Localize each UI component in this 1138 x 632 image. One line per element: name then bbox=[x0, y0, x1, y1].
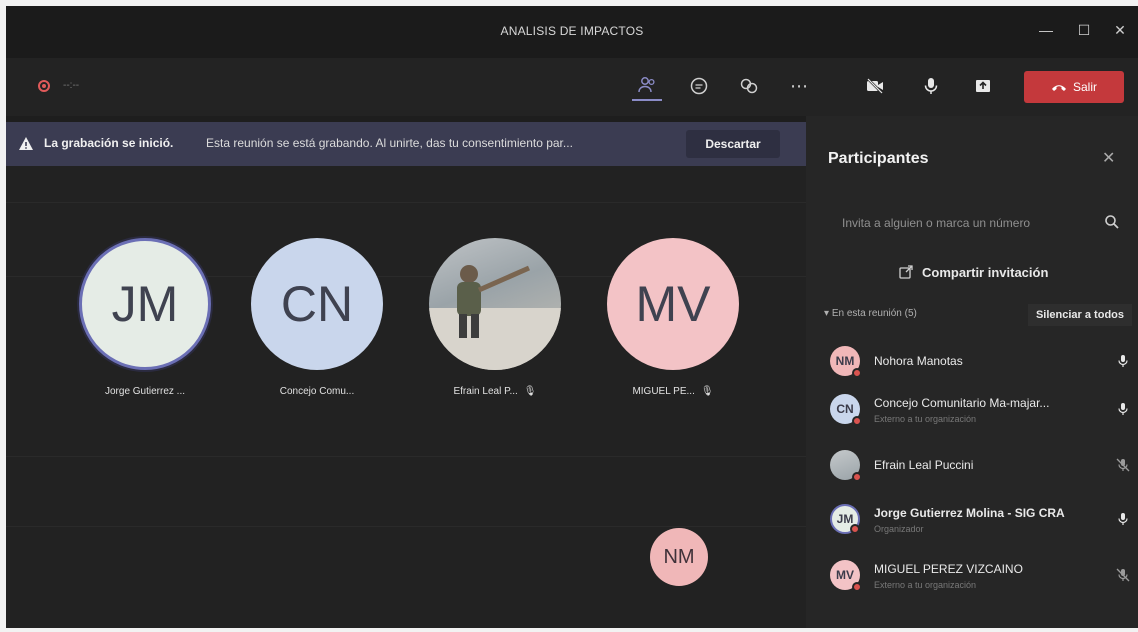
tile-name: MIGUEL PE... bbox=[632, 386, 695, 397]
section-count: En esta reunión (5) bbox=[831, 308, 917, 319]
search-icon[interactable] bbox=[1104, 214, 1120, 230]
avatar-initials: JM bbox=[111, 276, 179, 332]
participant-name: Efrain Leal Puccini bbox=[874, 458, 974, 472]
scanline bbox=[6, 202, 806, 203]
participant-name: MIGUEL PEREZ VIZCAINO bbox=[874, 562, 1023, 576]
more-options-icon[interactable]: ⋯ bbox=[784, 71, 814, 101]
reactions-icon[interactable] bbox=[734, 71, 764, 101]
photo-avatar bbox=[830, 450, 862, 482]
participant-row[interactable]: JM Jorge Gutierrez Molina - SIG CRA Orga… bbox=[830, 500, 1130, 542]
avatar: JM bbox=[830, 504, 860, 534]
participant-name: Jorge Gutierrez Molina - SIG CRA bbox=[874, 506, 1065, 520]
mic-muted-icon[interactable] bbox=[1116, 458, 1130, 472]
tile-name: Jorge Gutierrez ... bbox=[104, 386, 186, 397]
participant-row[interactable]: MV MIGUEL PEREZ VIZCAINO Externo a tu or… bbox=[830, 556, 1130, 598]
share-invite-label: Compartir invitación bbox=[922, 264, 1049, 280]
avatar: JM bbox=[79, 238, 211, 370]
avatar: MV bbox=[607, 238, 739, 370]
avatar-initials: MV bbox=[836, 568, 854, 582]
panel-title: Participantes bbox=[828, 150, 929, 167]
participant-name: Nohora Manotas bbox=[874, 354, 963, 368]
window-title: ANALISIS DE IMPACTOS bbox=[500, 24, 644, 38]
status-badge bbox=[852, 416, 862, 426]
camera-off-icon[interactable] bbox=[860, 71, 890, 101]
microphone-icon[interactable] bbox=[1116, 512, 1130, 526]
mic-muted-icon: 🎙 bbox=[523, 386, 537, 397]
share-invite-icon bbox=[899, 265, 913, 279]
microphone-icon[interactable] bbox=[1116, 402, 1130, 416]
avatar: CN bbox=[251, 238, 383, 370]
meeting-toolbar: --:-- ⋯ Salir bbox=[6, 58, 1138, 116]
scanline bbox=[6, 456, 806, 457]
leave-label: Salir bbox=[1072, 80, 1097, 94]
avatar-initials: NM bbox=[663, 545, 695, 568]
avatar-initials: NM bbox=[835, 354, 855, 368]
status-badge bbox=[852, 368, 862, 378]
participant-row[interactable]: CN Concejo Comunitario Ma-majar... Exter… bbox=[830, 390, 1130, 432]
participant-row[interactable]: NM Nohora Manotas bbox=[830, 342, 1130, 384]
warning-icon bbox=[19, 137, 33, 150]
avatar-initials: CN bbox=[280, 276, 354, 332]
title-bar: ANALISIS DE IMPACTOS — ☐ ✕ bbox=[6, 6, 1138, 58]
participant-row[interactable]: Efrain Leal Puccini bbox=[830, 446, 1130, 488]
participants-icon[interactable] bbox=[632, 71, 662, 101]
close-panel-icon[interactable]: ✕ bbox=[1102, 148, 1115, 168]
scanline bbox=[6, 526, 806, 527]
microphone-icon[interactable] bbox=[916, 71, 946, 101]
participant-tile[interactable]: JM Jorge Gutierrez ... bbox=[70, 238, 220, 397]
participant-tile[interactable]: MV MIGUEL PE... 🎙 bbox=[598, 238, 748, 397]
dismiss-button[interactable]: Descartar bbox=[686, 130, 780, 158]
mic-muted-icon: 🎙 bbox=[700, 386, 714, 397]
status-badge bbox=[852, 582, 862, 592]
avatar: NM bbox=[830, 346, 862, 378]
section-label: ▾ En esta reunión (5) bbox=[824, 308, 917, 319]
tile-name: Efrain Leal P... bbox=[453, 386, 518, 397]
minimize-icon[interactable]: — bbox=[1036, 20, 1056, 40]
tile-name: Concejo Comu... bbox=[279, 386, 355, 397]
photo-avatar bbox=[429, 238, 561, 370]
share-screen-icon[interactable] bbox=[968, 71, 998, 101]
participant-subtitle: Externo a tu organización bbox=[874, 580, 977, 590]
share-invite-button[interactable]: Compartir invitación bbox=[898, 264, 1048, 280]
hang-up-icon bbox=[1051, 85, 1066, 91]
maximize-icon[interactable]: ☐ bbox=[1074, 20, 1094, 40]
banner-title: La grabación se inició. bbox=[44, 136, 174, 150]
microphone-icon[interactable] bbox=[1116, 354, 1130, 368]
avatar-initials: MV bbox=[635, 276, 711, 332]
invite-input[interactable]: Invita a alguien o marca un número bbox=[824, 208, 1120, 238]
meeting-timer: --:-- bbox=[63, 80, 80, 91]
status-badge bbox=[852, 472, 862, 482]
participant-tile[interactable]: CN Concejo Comu... bbox=[242, 238, 392, 397]
participant-tile[interactable]: Efrain Leal P... 🎙 bbox=[420, 238, 570, 397]
in-meeting-section[interactable]: ▾ En esta reunión (5) Silenciar a todos bbox=[816, 304, 1132, 326]
mute-all-button[interactable]: Silenciar a todos bbox=[1027, 304, 1132, 326]
recording-icon bbox=[38, 80, 50, 92]
status-badge bbox=[850, 524, 860, 534]
avatar: MV bbox=[830, 560, 862, 592]
avatar-initials: JM bbox=[836, 512, 854, 526]
chat-icon[interactable] bbox=[684, 71, 714, 101]
leave-button[interactable]: Salir bbox=[1024, 71, 1124, 103]
person-photo-icon bbox=[429, 265, 561, 370]
avatar: CN bbox=[830, 394, 862, 426]
participants-panel: Participantes ✕ Invita a alguien o marca… bbox=[806, 116, 1138, 628]
participant-subtitle: Organizador bbox=[874, 524, 924, 534]
speaker-avatar[interactable]: NM bbox=[650, 528, 708, 586]
invite-placeholder: Invita a alguien o marca un número bbox=[842, 216, 1031, 230]
participant-name: Concejo Comunitario Ma-majar... bbox=[874, 396, 1050, 410]
avatar-initials: CN bbox=[836, 402, 854, 416]
mic-muted-icon[interactable] bbox=[1116, 568, 1130, 582]
banner-message: Esta reunión se está grabando. Al unirte… bbox=[206, 136, 573, 150]
close-window-icon[interactable]: ✕ bbox=[1110, 20, 1130, 40]
recording-banner: La grabación se inició. Esta reunión se … bbox=[6, 122, 806, 166]
teams-meeting-window: ANALISIS DE IMPACTOS — ☐ ✕ --:-- ⋯ Salir bbox=[6, 6, 1138, 628]
participant-subtitle: Externo a tu organización bbox=[874, 414, 977, 424]
video-stage: JM Jorge Gutierrez ... CN Concejo Comu..… bbox=[6, 166, 806, 628]
